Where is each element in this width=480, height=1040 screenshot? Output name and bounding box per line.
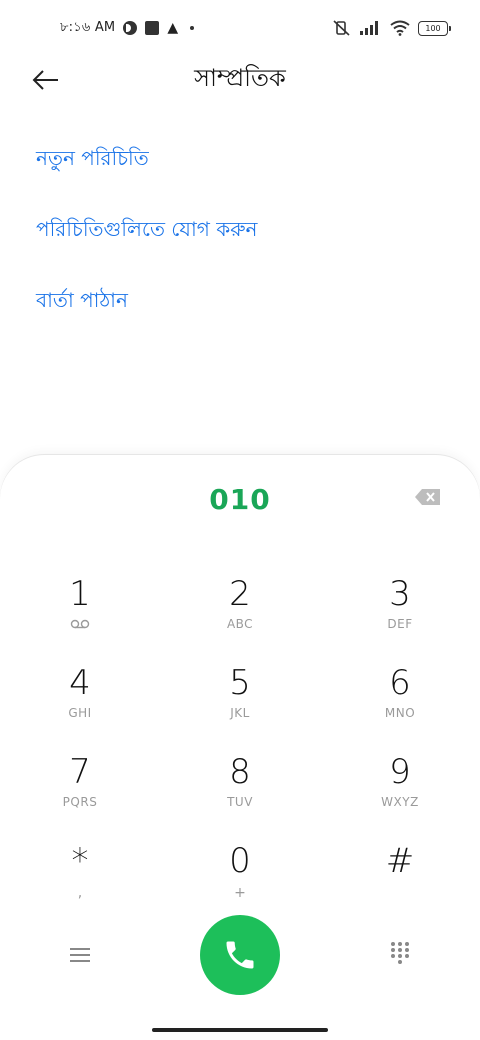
status-right: 100 [332,20,451,36]
key-digit: 1 [69,574,91,614]
battery-icon: 100 [418,20,451,36]
backspace-button[interactable] [414,487,442,509]
key-digit: 8 [229,752,251,792]
key-letters: DEF [387,617,413,631]
key-digit: 4 [69,663,91,703]
add-to-contacts-link[interactable]: পরিচিতিগুলিতে যোগ করুন [36,201,444,272]
key-7[interactable]: 7 PQRS [0,751,160,840]
phone-icon [226,941,254,969]
number-row: 010 [0,477,480,521]
key-digit: 2 [229,574,251,614]
key-letters: JKL [230,706,250,720]
dialpad-icon [391,942,409,964]
wifi-icon [390,20,410,36]
back-button[interactable] [28,64,64,96]
voicemail-icon [70,619,90,629]
keypad: 1 2 ABC 3 DEF 4 GHI 5 JKL 6 MNO 7 PQRS 8… [0,573,480,929]
battery-level: 100 [425,23,441,33]
key-9[interactable]: 9 WXYZ [320,751,480,840]
key-1[interactable]: 1 [0,573,160,662]
key-digit: 3 [389,574,411,614]
dialpad-toggle-button[interactable] [386,939,414,967]
arrow-left-icon [32,70,58,90]
send-message-link[interactable]: বার্তা পাঠান [36,272,444,343]
key-digit: 6 [389,663,411,703]
status-bar: ৮:১৬ AM ▲ 100 [0,0,480,56]
header: সাম্প্রতিক [0,56,480,104]
menu-icon [70,948,90,962]
page-title: সাম্প্রতিক [194,64,286,92]
circle-app-icon [123,21,138,35]
key-digit: 5 [229,663,251,703]
key-2[interactable]: 2 ABC [160,573,320,662]
key-8[interactable]: 8 TUV [160,751,320,840]
recent-actions-list: নতুন পরিচিতি পরিচিতিগুলিতে যোগ করুন বার্… [36,130,444,343]
key-letters: PQRS [62,795,98,809]
status-left: ৮:১৬ AM ▲ [60,18,195,39]
dot-icon [190,26,195,30]
key-letters: WXYZ [381,795,419,809]
key-letters: ABC [226,617,254,631]
backspace-icon [415,489,440,505]
square-app-icon [145,21,160,35]
key-4[interactable]: 4 GHI [0,662,160,751]
dialer-sheet: 010 1 2 ABC 3 DEF 4 GHI 5 JKL 6 MNO 7 PQ… [0,455,480,1040]
menu-button[interactable] [66,943,94,967]
key-letters: , [77,885,83,901]
key-digit: 7 [69,752,91,792]
status-time: ৮:১৬ AM [60,19,116,35]
key-3[interactable]: 3 DEF [320,573,480,662]
new-contact-link[interactable]: নতুন পরিচিতি [36,130,444,201]
key-letters: + [234,885,246,901]
key-letters: TUV [227,795,253,809]
key-digit: * [71,841,89,881]
key-6[interactable]: 6 MNO [320,662,480,751]
key-letters: MNO [384,706,416,720]
call-button[interactable] [200,915,280,995]
home-indicator[interactable] [152,1028,328,1032]
dialer-bottom-row [0,913,480,997]
muted-vibrate-icon [333,20,350,36]
signal-icon [360,21,378,35]
key-digit: # [385,841,415,881]
key-digit: 0 [229,841,251,881]
key-5[interactable]: 5 JKL [160,662,320,751]
key-digit: 9 [389,752,411,792]
warning-icon: ▲ [167,20,179,36]
dialed-number[interactable]: 010 [209,483,270,516]
key-letters: GHI [68,706,92,720]
